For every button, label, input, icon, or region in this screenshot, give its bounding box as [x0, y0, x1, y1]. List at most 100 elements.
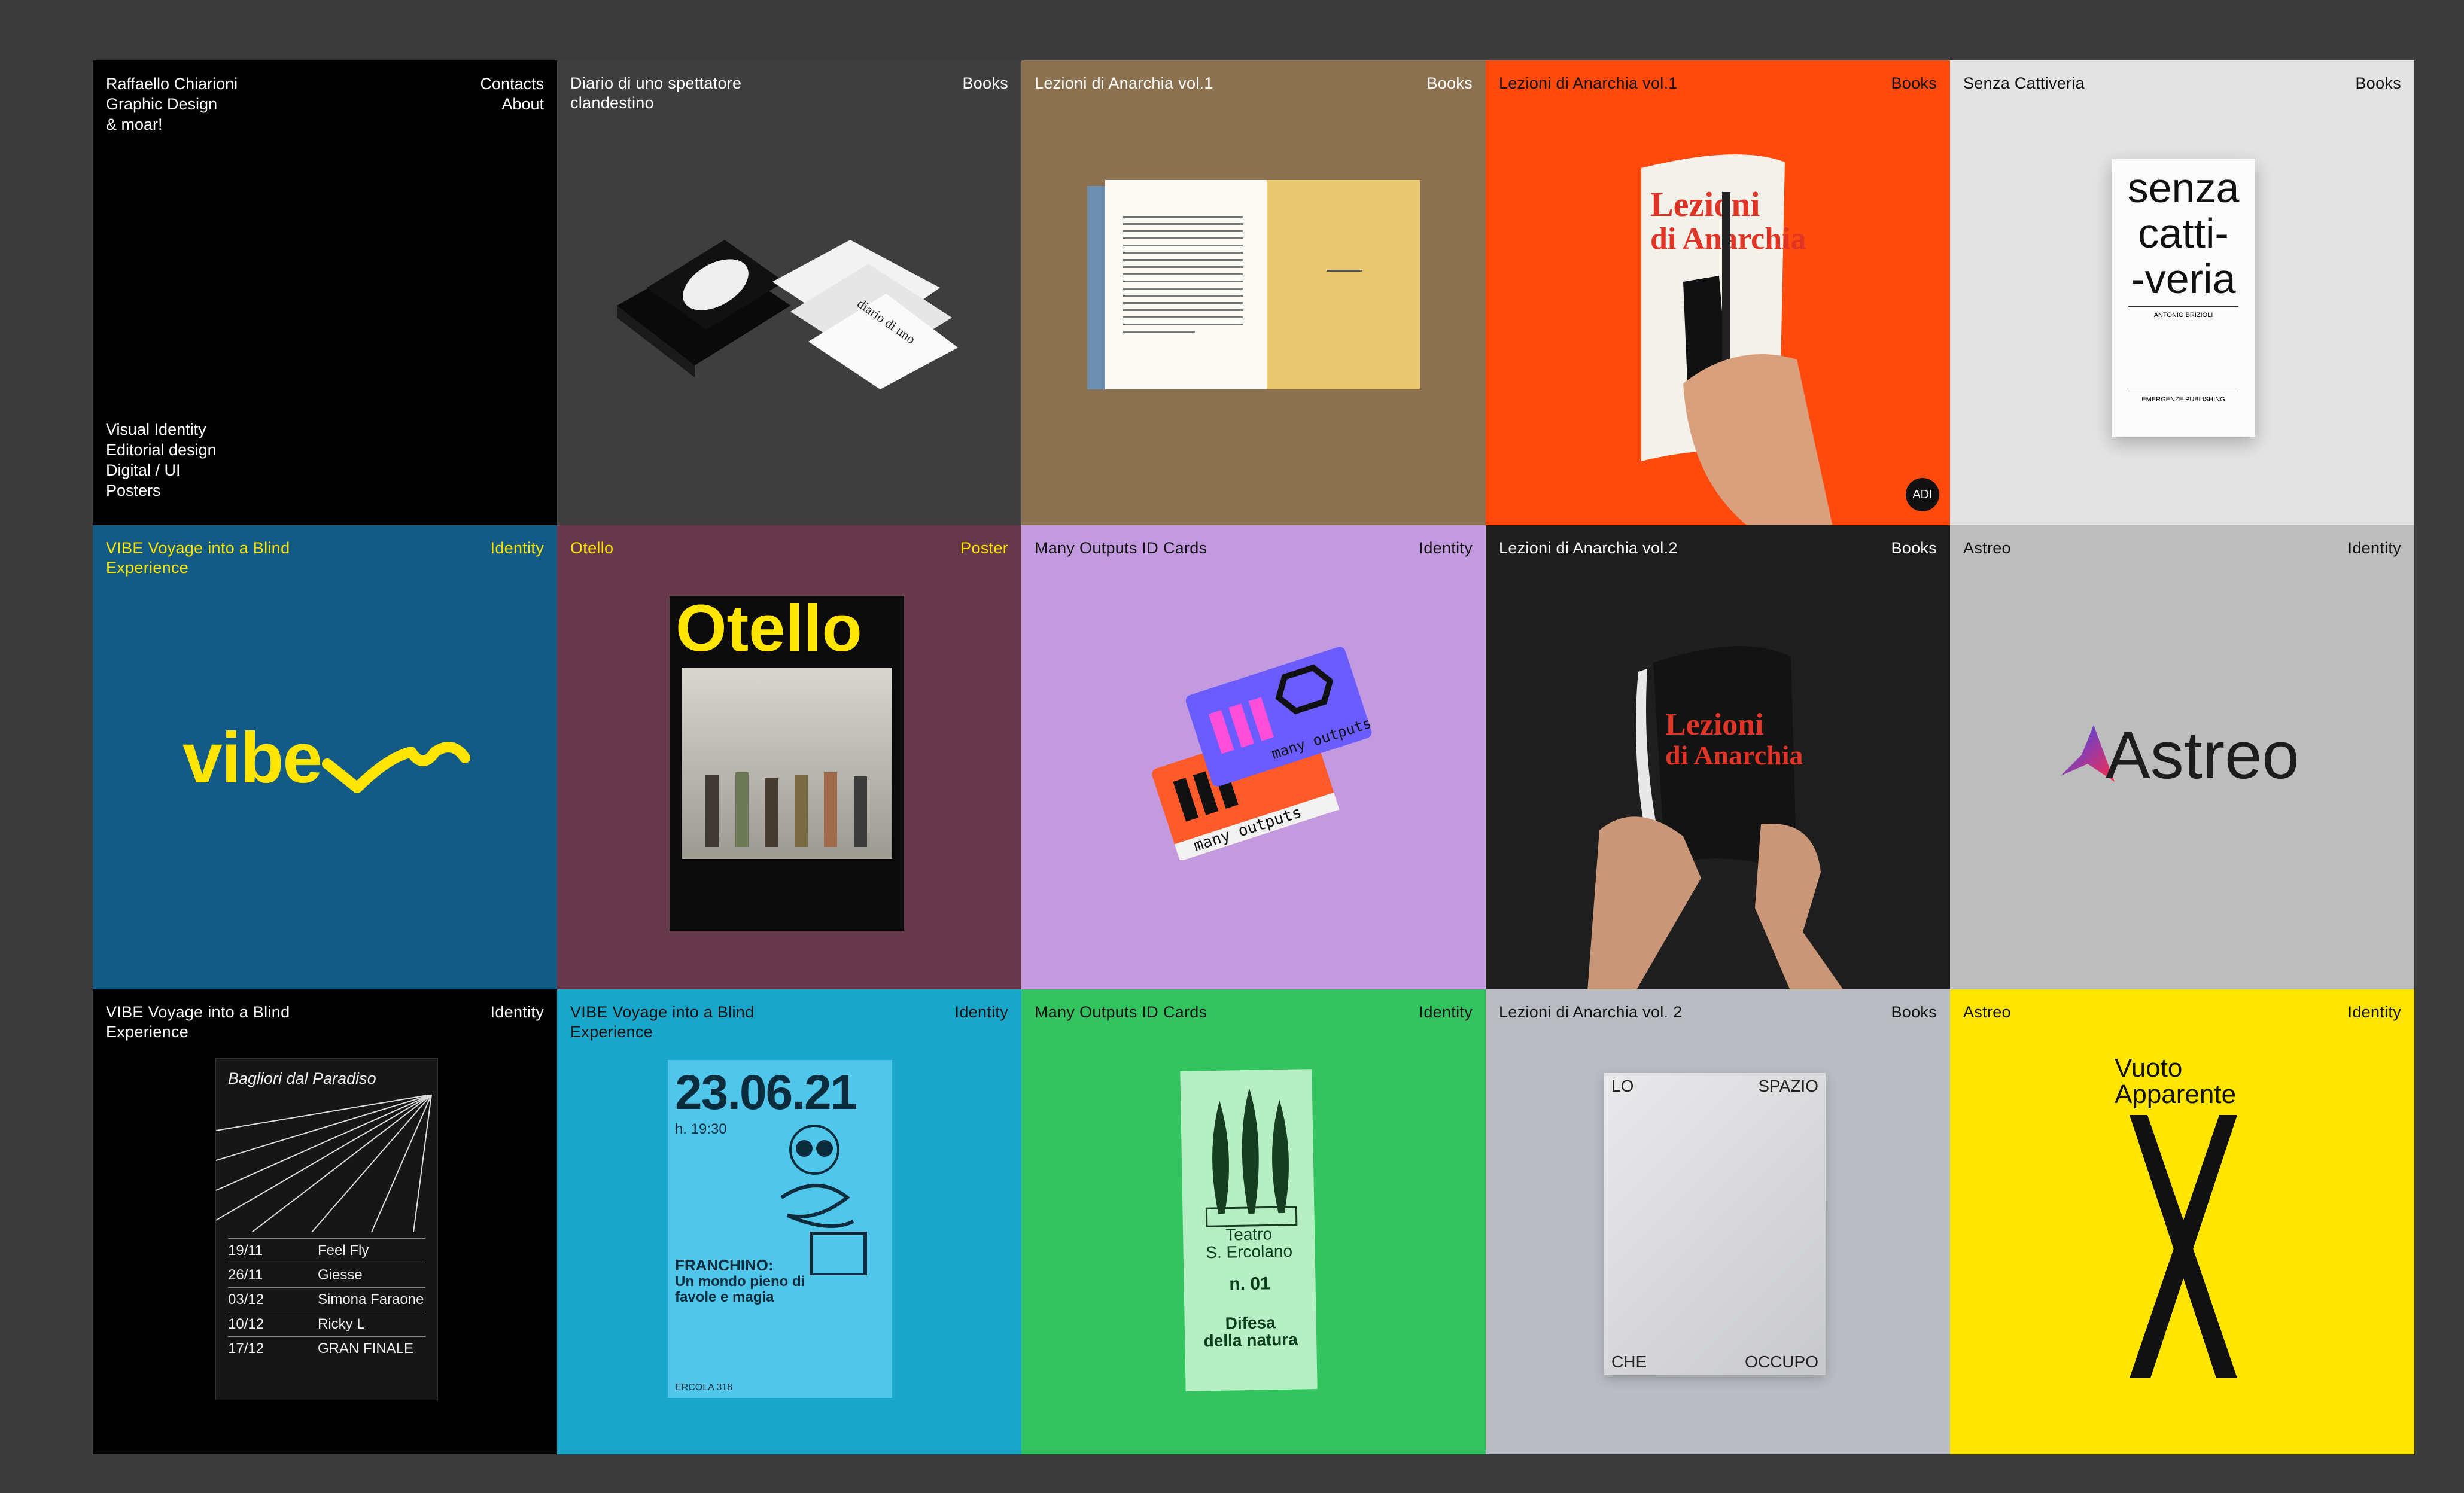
event-name: GRAN FINALE: [318, 1340, 414, 1357]
event-name: Feel Fly: [318, 1242, 369, 1259]
poster-headline: FRANCHINO:: [675, 1256, 774, 1275]
poster-date: 23.06.21: [675, 1065, 857, 1120]
event-name: Ricky L: [318, 1316, 365, 1333]
project-title: Astreo: [1963, 1003, 2011, 1022]
open-book-image: [1087, 180, 1420, 389]
wave-icon: [322, 741, 471, 793]
project-category: Identity: [2347, 538, 2401, 557]
book-in-hand-image: Lezioni di Anarchia: [1641, 154, 1833, 525]
teatro-booklet: Teatro S. Ercolano n. 01 Difesa della na…: [1180, 1069, 1318, 1392]
poster-word: Vuoto: [2115, 1053, 2183, 1083]
project-category: Identity: [954, 1003, 1008, 1022]
poster-word: OCCUPO: [1745, 1352, 1818, 1372]
poster-rays: [216, 1095, 432, 1233]
vuoto-title: Vuoto Apparente: [2115, 1055, 2236, 1108]
book-cover-text: di Anarchia: [1665, 740, 1803, 770]
project-tile-lezioni-vol1-open[interactable]: Lezioni di Anarchia vol.1 Books: [1021, 60, 1486, 525]
franchino-poster: 23.06.21 h. 19:30 FRANCHINO: Un mondo pi…: [668, 1060, 892, 1398]
project-category: Books: [1426, 74, 1473, 92]
top-links: Contacts About: [480, 74, 544, 135]
cover-line: senza: [2127, 164, 2240, 211]
poster-footer: ERCOLA 318: [675, 1382, 733, 1393]
project-tile-teatro[interactable]: Many Outputs ID Cards Identity Teatro S. …: [1021, 989, 1486, 1454]
project-title: VIBE Voyage into a Blind Experience: [570, 1003, 755, 1041]
poster-subtitle: Un mondo pieno di favole e magia: [675, 1273, 805, 1306]
project-title: Many Outputs ID Cards: [1035, 538, 1207, 557]
project-tile-vibe-poster[interactable]: VIBE Voyage into a Blind Experience Ident…: [93, 989, 557, 1454]
project-tile-vibe-franchino[interactable]: VIBE Voyage into a Blind Experience Ident…: [557, 989, 1021, 1454]
cover-line: catti-: [2138, 210, 2229, 257]
project-category: Books: [1891, 538, 1937, 557]
booklet-line: S. Ercolano: [1205, 1241, 1293, 1262]
project-title: Senza Cattiveria: [1963, 74, 2085, 92]
book-cover-title: senza catti- -veria: [2112, 165, 2255, 301]
project-tile-lo-spazio[interactable]: Lezioni di Anarchia vol. 2 Books LO SPAZI…: [1486, 989, 1950, 1454]
menu-item-digital-ui[interactable]: Digital / UI: [106, 460, 217, 480]
about-link[interactable]: About: [480, 94, 544, 114]
poster-word: CHE: [1611, 1352, 1647, 1372]
event-name: Simona Faraone: [318, 1291, 424, 1308]
poster-word: SPAZIO: [1758, 1077, 1818, 1096]
book-cover-text: Lezioni: [1650, 185, 1760, 224]
x-mark-illustration: [2130, 1115, 2237, 1379]
poster-word: Apparente: [2115, 1080, 2237, 1110]
cover-line: -veria: [2131, 255, 2236, 302]
project-tile-otello[interactable]: Otello Poster Otello: [557, 525, 1021, 990]
book-held-image: Lezioni di Anarchia: [1587, 645, 1844, 990]
project-category: Identity: [2347, 1003, 2401, 1022]
poster-title: Otello: [676, 595, 862, 665]
event-date: 26/11: [228, 1267, 263, 1284]
event-date: 03/12: [228, 1291, 264, 1308]
project-category: Books: [1891, 1003, 1937, 1022]
book-cover-text: Lezioni: [1665, 708, 1764, 742]
event-date: 17/12: [228, 1340, 264, 1357]
project-title: Lezioni di Anarchia vol. 2: [1499, 1003, 1683, 1022]
project-category: Books: [962, 74, 1008, 92]
project-title: Lezioni di Anarchia vol.1: [1035, 74, 1213, 92]
project-tile-vuoto-apparente[interactable]: Astreo Identity Vuoto Apparente: [1950, 989, 2414, 1454]
poster-word: LO: [1611, 1077, 1634, 1096]
name-line: Graphic Design: [106, 95, 218, 113]
poster-photo: [682, 667, 892, 859]
booklet-issue: n. 01: [1229, 1273, 1271, 1294]
project-tile-lezioni-vol1[interactable]: Lezioni di Anarchia vol.1 Books Lezioni d…: [1486, 60, 1950, 525]
astreo-wordmark: Astreo: [2106, 717, 2299, 793]
lo-spazio-poster: LO SPAZIO CHE OCCUPO: [1604, 1073, 1826, 1376]
project-title: Lezioni di Anarchia vol.1: [1499, 74, 1678, 92]
adi-badge: ADI: [1906, 478, 1939, 511]
intro-panel: Raffaello Chiarioni Graphic Design & moa…: [93, 60, 557, 525]
project-tile-senza-cattiveria[interactable]: Senza Cattiveria Books senza catti- -veri…: [1950, 60, 2414, 525]
project-tile-diario[interactable]: Diario di uno spettatore clandestino Book…: [557, 60, 1021, 525]
event-name: Giesse: [318, 1267, 363, 1284]
otello-poster: Otello: [670, 595, 904, 931]
contacts-link[interactable]: Contacts: [480, 74, 544, 94]
project-tile-many-outputs[interactable]: Many Outputs ID Cards Identity many outpu…: [1021, 525, 1486, 990]
books-stack-image: diario di uno: [617, 240, 958, 389]
project-tile-vibe[interactable]: VIBE Voyage into a Blind Experience Ident…: [93, 525, 557, 990]
project-title: Lezioni di Anarchia vol.2: [1499, 538, 1678, 557]
menu-item-visual-identity[interactable]: Visual Identity: [106, 419, 217, 440]
project-title: Astreo: [1963, 538, 2011, 557]
book-cover-senza-cattiveria: senza catti- -veria ANTONIO BRIZIOLI EME…: [2112, 159, 2255, 437]
bagliori-poster: Bagliori dal Paradiso 19/11 Feel Fly 26/1…: [215, 1058, 438, 1401]
category-menu: Visual Identity Editorial design Digital…: [106, 419, 217, 501]
name-line: & moar!: [106, 115, 163, 133]
menu-item-posters[interactable]: Posters: [106, 480, 217, 501]
project-title: VIBE Voyage into a Blind Experience: [106, 538, 290, 577]
site-name[interactable]: Raffaello Chiarioni Graphic Design & moa…: [106, 74, 238, 135]
project-category: Identity: [490, 538, 544, 557]
astreo-logo: Astreo: [2058, 717, 2299, 794]
project-tile-astreo[interactable]: Astreo Identity Astreo: [1950, 525, 2414, 990]
vibe-logo: vibe: [182, 717, 471, 799]
project-tile-lezioni-vol2[interactable]: Lezioni di Anarchia vol.2 Books Lezioni d…: [1486, 525, 1950, 990]
event-date: 19/11: [228, 1242, 263, 1259]
id-cards-image: many outputs many outputs: [1152, 646, 1373, 860]
portfolio-grid: Raffaello Chiarioni Graphic Design & moa…: [93, 60, 2414, 1454]
event-date: 10/12: [228, 1316, 264, 1333]
project-title: Otello: [570, 538, 614, 557]
poster-title: Bagliori dal Paradiso: [228, 1070, 376, 1088]
project-category: Identity: [1419, 538, 1473, 557]
project-category: Books: [2355, 74, 2401, 92]
menu-item-editorial-design[interactable]: Editorial design: [106, 440, 217, 460]
project-title: VIBE Voyage into a Blind Experience: [106, 1003, 290, 1041]
